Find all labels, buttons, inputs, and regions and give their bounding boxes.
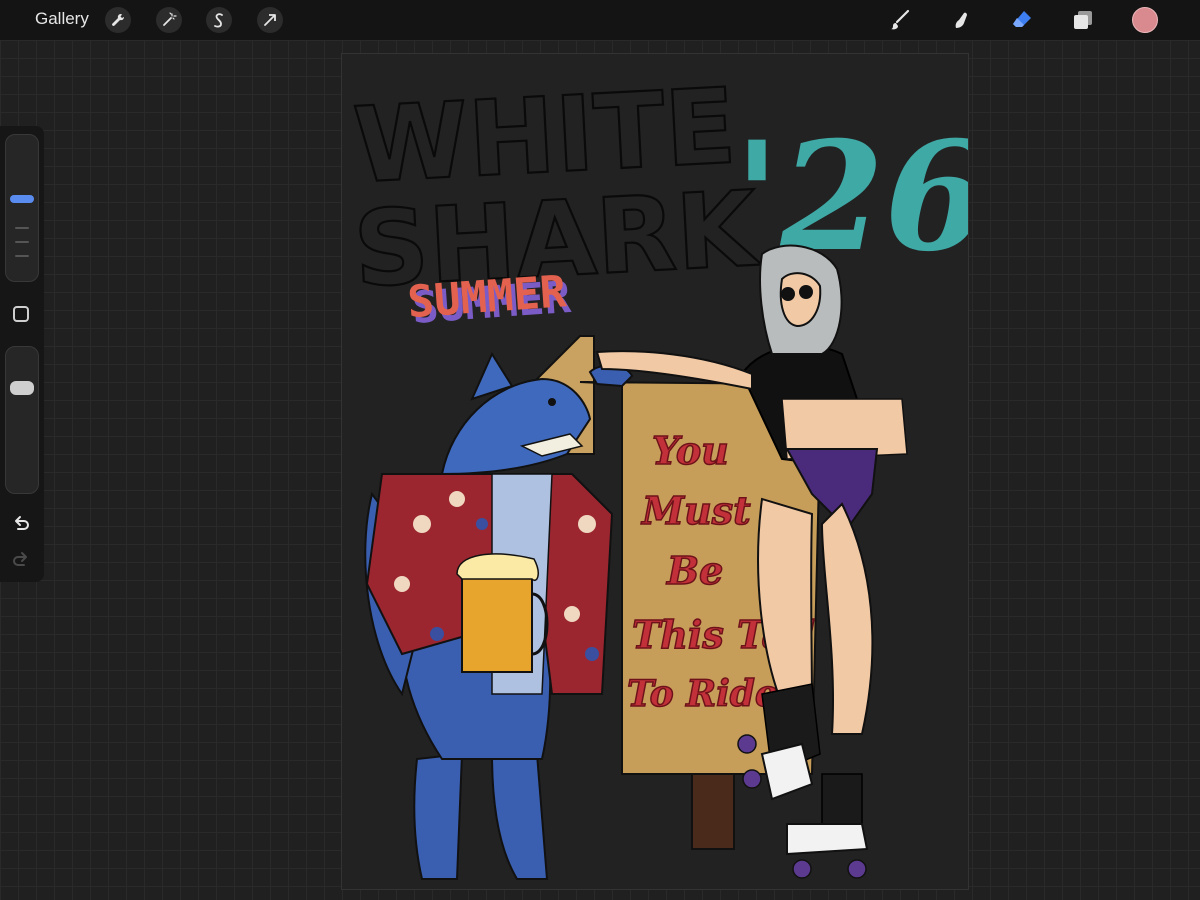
transform-arrow-icon[interactable] [257, 7, 283, 33]
brush-size-slider[interactable] [5, 134, 39, 282]
sign-line-2: Must [640, 488, 751, 533]
layers-icon[interactable] [1069, 6, 1097, 34]
brush-size-knob[interactable] [10, 195, 34, 203]
opacity-knob[interactable] [10, 381, 34, 395]
brush-icon[interactable] [886, 6, 914, 34]
sign-line-1: You [652, 428, 729, 473]
smudge-icon[interactable] [947, 6, 975, 34]
sign-line-5: To Ride [627, 673, 778, 715]
magic-wand-icon[interactable] [156, 7, 182, 33]
color-swatch[interactable] [1132, 7, 1158, 33]
selection-icon[interactable] [206, 7, 232, 33]
sign-line-3: Be [666, 548, 723, 593]
slider-tick [15, 255, 29, 257]
sign-post [691, 773, 735, 850]
undo-icon[interactable] [10, 514, 32, 536]
wrench-icon[interactable] [105, 7, 131, 33]
opacity-slider[interactable] [5, 346, 39, 494]
eraser-icon[interactable] [1008, 6, 1036, 34]
artwork-illustration: WHITE SHARK '26 SUMMER SUMMER You Must B… [350, 64, 968, 880]
modify-square[interactable] [13, 306, 29, 322]
gallery-button[interactable]: Gallery [35, 9, 89, 29]
top-toolbar: Gallery [0, 0, 1200, 40]
redo-icon[interactable] [10, 550, 32, 572]
slider-tick [15, 227, 29, 229]
artwork-canvas[interactable]: WHITE SHARK '26 SUMMER SUMMER You Must B… [341, 53, 969, 890]
slider-tick [15, 241, 29, 243]
left-sidebar [0, 126, 44, 582]
